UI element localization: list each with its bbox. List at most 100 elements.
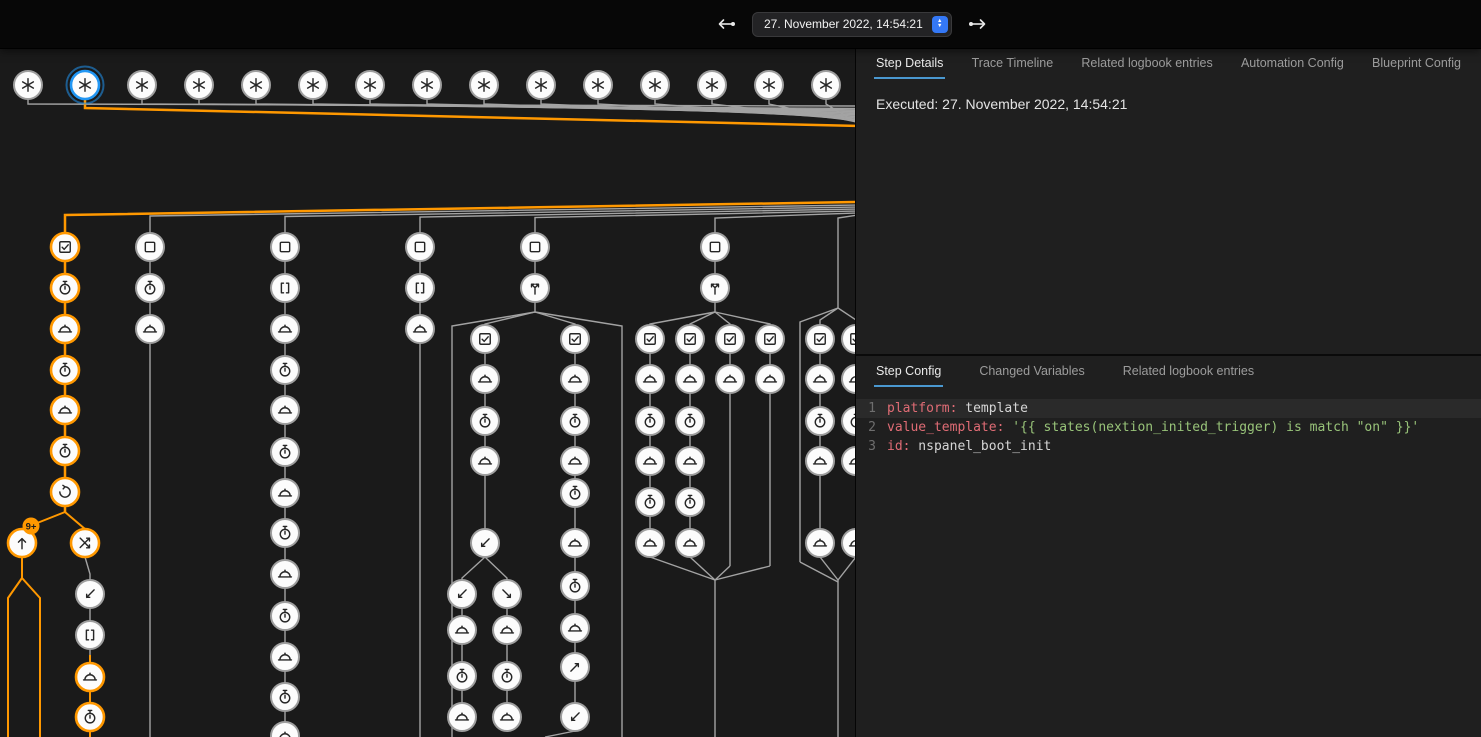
node-timer[interactable]	[51, 437, 79, 465]
node-dome[interactable]	[842, 365, 855, 393]
next-run-icon[interactable]	[968, 17, 988, 31]
node-timer[interactable]	[51, 274, 79, 302]
node-arrow-down-left[interactable]	[471, 529, 499, 557]
node-brackets[interactable]	[76, 621, 104, 649]
node-split[interactable]	[701, 274, 729, 302]
node-checkbox-marked[interactable]	[806, 325, 834, 353]
node-dome[interactable]	[806, 529, 834, 557]
node-timer[interactable]	[76, 703, 104, 731]
node-asterisk[interactable]	[812, 71, 840, 99]
node-repeat[interactable]	[51, 478, 79, 506]
node-dome[interactable]	[561, 447, 589, 475]
node-timer[interactable]	[842, 407, 855, 435]
node-asterisk[interactable]	[299, 71, 327, 99]
node-checkbox-blank[interactable]	[136, 233, 164, 261]
node-asterisk[interactable]	[242, 71, 270, 99]
node-dome[interactable]	[51, 396, 79, 424]
node-checkbox-marked[interactable]	[716, 325, 744, 353]
node-arrow-down-right[interactable]	[493, 580, 521, 608]
trace-graph[interactable]: 9+	[0, 48, 855, 737]
tab-trace-timeline[interactable]: Trace Timeline	[970, 48, 1056, 79]
node-timer[interactable]	[676, 488, 704, 516]
node-dome[interactable]	[471, 447, 499, 475]
tab-step-config[interactable]: Step Config	[874, 356, 943, 387]
node-checkbox-marked[interactable]	[842, 325, 855, 353]
node-dome[interactable]	[806, 447, 834, 475]
node-checkbox-marked[interactable]	[636, 325, 664, 353]
tab-step-details[interactable]: Step Details	[874, 48, 945, 79]
previous-run-icon[interactable]	[716, 17, 736, 31]
node-shuffle[interactable]	[71, 529, 99, 557]
node-asterisk[interactable]	[128, 71, 156, 99]
node-dome[interactable]	[676, 529, 704, 557]
node-split[interactable]	[521, 274, 549, 302]
node-timer[interactable]	[271, 356, 299, 384]
node-dome[interactable]	[676, 447, 704, 475]
node-dome[interactable]	[806, 365, 834, 393]
tab-related-logbook-entries[interactable]: Related logbook entries	[1079, 48, 1214, 79]
node-dome[interactable]	[136, 315, 164, 343]
step-config-editor[interactable]: 1platform: template2value_template: '{{ …	[856, 399, 1481, 456]
node-dome[interactable]	[271, 643, 299, 671]
node-dome[interactable]	[271, 722, 299, 737]
node-timer[interactable]	[471, 407, 499, 435]
node-timer[interactable]	[448, 662, 476, 690]
node-dome[interactable]	[842, 447, 855, 475]
node-asterisk[interactable]	[185, 71, 213, 99]
node-brackets[interactable]	[271, 274, 299, 302]
node-asterisk[interactable]	[413, 71, 441, 99]
node-timer[interactable]	[561, 479, 589, 507]
node-dome[interactable]	[271, 315, 299, 343]
node-timer[interactable]	[561, 407, 589, 435]
tab-related-logbook-entries-2[interactable]: Related logbook entries	[1121, 356, 1256, 387]
node-asterisk[interactable]	[584, 71, 612, 99]
node-arrow-up-right[interactable]	[561, 653, 589, 681]
node-checkbox-marked[interactable]	[471, 325, 499, 353]
node-asterisk[interactable]	[641, 71, 669, 99]
node-dome[interactable]	[493, 703, 521, 731]
node-timer[interactable]	[271, 438, 299, 466]
node-arrow-down-left[interactable]	[448, 580, 476, 608]
node-dome[interactable]	[406, 315, 434, 343]
node-checkbox-blank[interactable]	[701, 233, 729, 261]
node-dome[interactable]	[271, 479, 299, 507]
node-checkbox-marked[interactable]	[676, 325, 704, 353]
node-dome[interactable]	[636, 447, 664, 475]
node-timer[interactable]	[561, 572, 589, 600]
node-dome[interactable]	[271, 560, 299, 588]
node-dome[interactable]	[471, 365, 499, 393]
node-timer[interactable]	[136, 274, 164, 302]
node-timer[interactable]	[636, 488, 664, 516]
node-timer[interactable]	[271, 683, 299, 711]
node-dome[interactable]	[561, 614, 589, 642]
tab-blueprint-config[interactable]: Blueprint Config	[1370, 48, 1463, 79]
node-dome[interactable]	[448, 703, 476, 731]
trace-graph-pane[interactable]: 9+	[0, 48, 855, 737]
node-dome[interactable]	[561, 529, 589, 557]
node-asterisk[interactable]	[470, 71, 498, 99]
node-asterisk[interactable]	[698, 71, 726, 99]
node-timer[interactable]	[51, 356, 79, 384]
node-dome[interactable]	[76, 663, 104, 691]
node-dome[interactable]	[51, 315, 79, 343]
node-arrow-down-left[interactable]	[76, 580, 104, 608]
node-checkbox-marked[interactable]	[561, 325, 589, 353]
node-timer[interactable]	[806, 407, 834, 435]
node-dome[interactable]	[636, 365, 664, 393]
node-dome[interactable]	[756, 365, 784, 393]
node-arrow-down-left[interactable]	[561, 703, 589, 731]
node-brackets[interactable]	[406, 274, 434, 302]
node-checkbox-blank[interactable]	[406, 233, 434, 261]
tab-changed-variables[interactable]: Changed Variables	[977, 356, 1086, 387]
node-dome[interactable]	[636, 529, 664, 557]
node-dome[interactable]	[493, 616, 521, 644]
node-dome[interactable]	[448, 616, 476, 644]
node-checkbox-marked[interactable]	[51, 233, 79, 261]
node-timer[interactable]	[271, 602, 299, 630]
node-timer[interactable]	[271, 519, 299, 547]
node-asterisk[interactable]	[356, 71, 384, 99]
node-asterisk[interactable]	[14, 71, 42, 99]
node-asterisk[interactable]	[67, 67, 104, 104]
node-checkbox-blank[interactable]	[271, 233, 299, 261]
node-dome[interactable]	[561, 365, 589, 393]
